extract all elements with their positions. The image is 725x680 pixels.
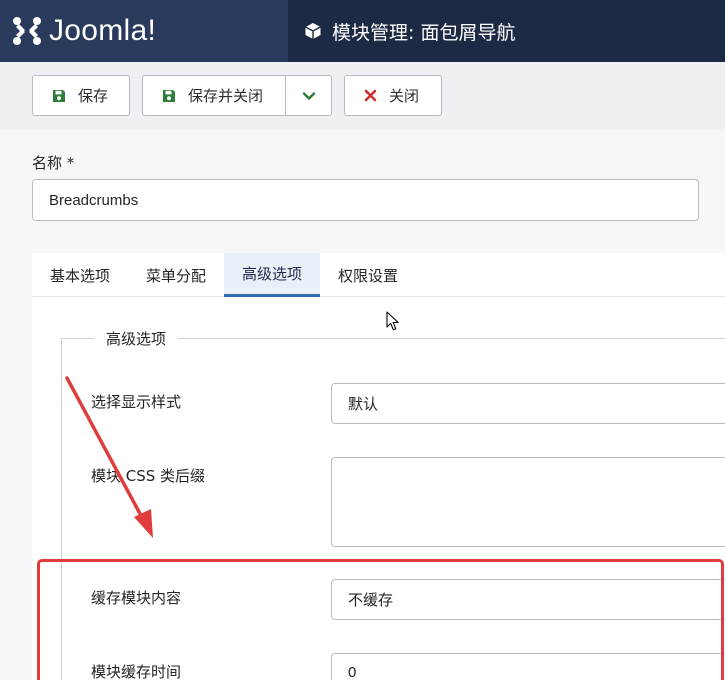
split-divider [285,76,286,115]
save-close-button-label: 保存并关闭 [188,87,264,105]
close-button-label: 关闭 [389,87,420,105]
tab-bar: 基本选项 菜单分配 高级选项 权限设置 [32,253,725,297]
toolbar: 保存 保存并关闭 关闭 [0,62,725,130]
save-button[interactable]: 保存 [32,75,130,116]
cube-icon [305,23,321,39]
page-header: 模块管理: 面包屑导航 [288,0,725,62]
tab-basic-options[interactable]: 基本选项 [32,253,128,297]
floppy-disk-icon [53,89,65,102]
layout-label: 选择显示样式 [91,393,182,411]
fieldset-legend: 高级选项 [94,328,179,349]
tab-permissions[interactable]: 权限设置 [320,253,416,297]
page-title: 模块管理: 面包屑导航 [332,21,516,44]
save-button-label: 保存 [78,87,109,105]
brand-name: Joomla! [49,14,157,47]
mouse-cursor-icon [386,311,399,331]
tab-menu-assignment[interactable]: 菜单分配 [128,253,224,297]
joomla-logo-icon [13,17,41,45]
name-input[interactable]: Breadcrumbs [32,179,699,221]
joomla-brand[interactable]: Joomla! [0,0,288,62]
close-x-icon [364,89,377,102]
css-suffix-label: 模块 CSS 类后缀 [91,467,206,485]
save-close-button[interactable]: 保存并关闭 [142,75,332,116]
annotation-highlight-box [37,559,724,680]
name-label: 名称 * [32,154,75,172]
css-suffix-textarea[interactable] [331,457,725,547]
close-button[interactable]: 关闭 [344,75,442,116]
chevron-down-icon[interactable] [301,88,317,104]
layout-select[interactable]: 默认 [331,383,725,424]
tab-advanced[interactable]: 高级选项 [224,253,320,297]
floppy-disk-icon [163,89,175,102]
